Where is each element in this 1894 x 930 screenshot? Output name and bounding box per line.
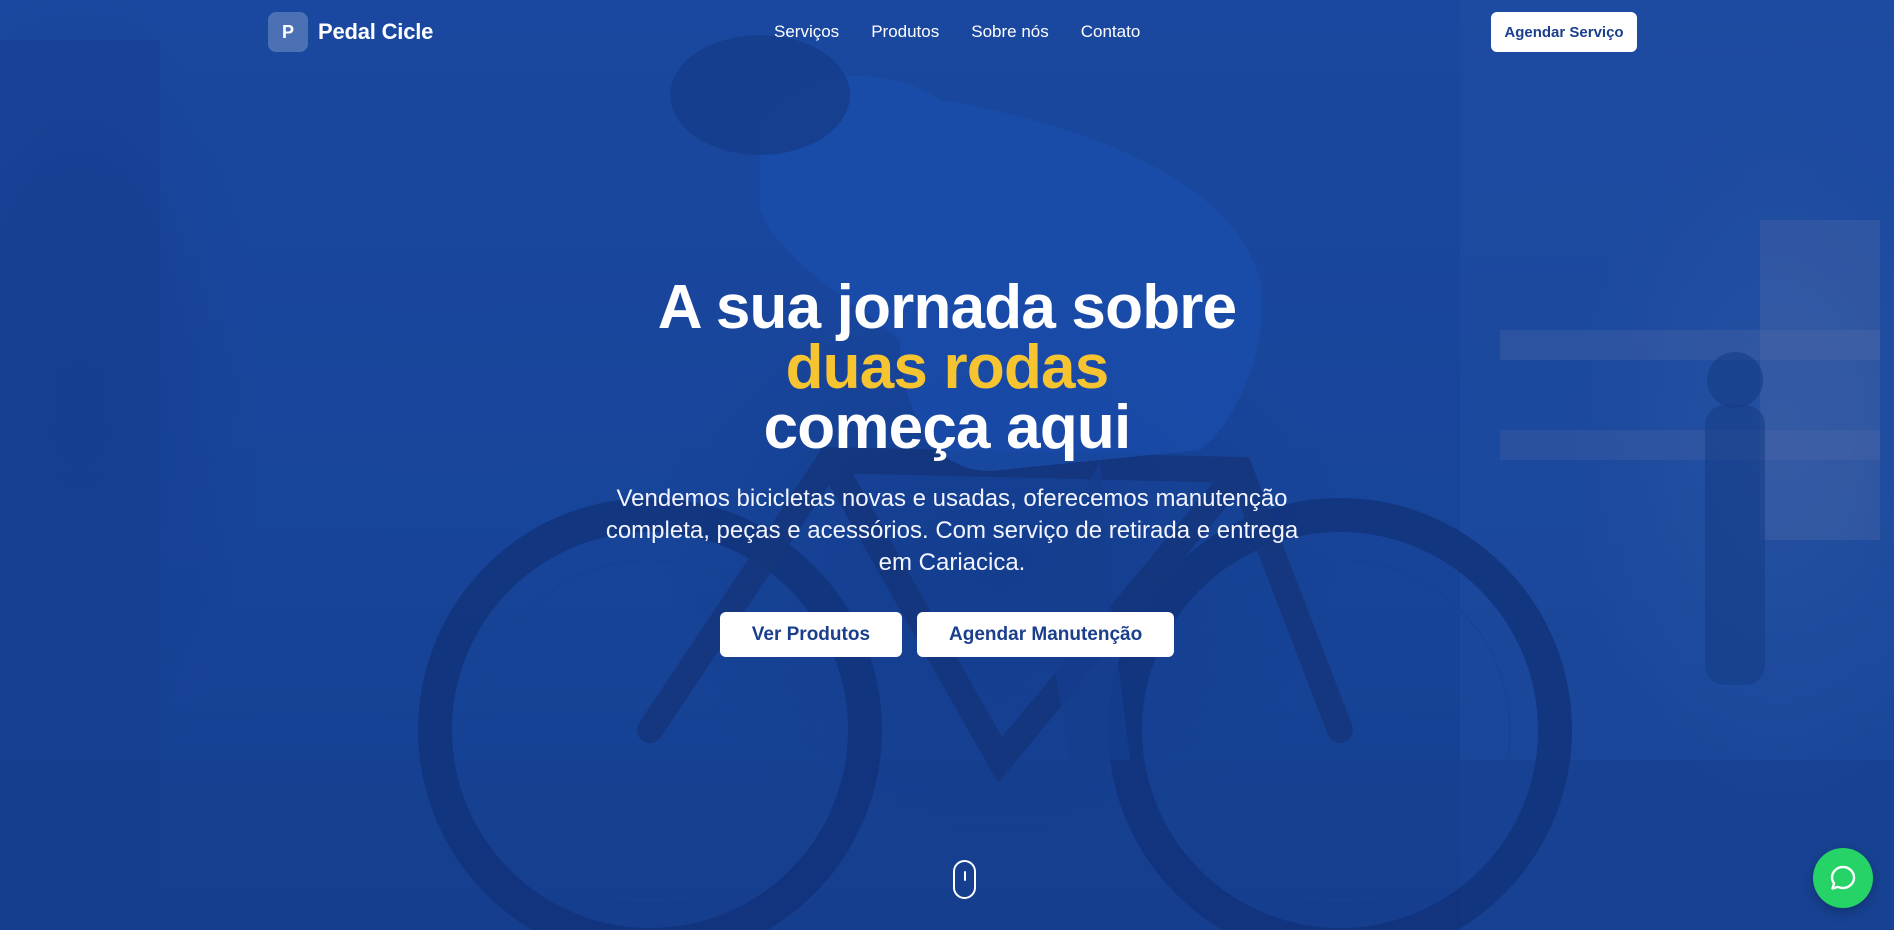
blue-overlay [0, 0, 1894, 930]
logo-badge: P [268, 12, 308, 52]
hero-section [0, 0, 1894, 930]
nav-link-servicos[interactable]: Serviços [774, 22, 839, 42]
nav-links: Serviços Produtos Sobre nós Contato [774, 22, 1140, 42]
headline-accent: duas rodas [785, 333, 1110, 402]
headline-line-3: começa aqui [763, 393, 1132, 462]
view-products-button[interactable]: Ver Produtos [719, 612, 903, 657]
hero-subtitle: Vendemos bicicletas novas e usadas, ofer… [605, 485, 1299, 576]
schedule-maintenance-button[interactable]: Agendar Manutenção [917, 612, 1175, 657]
chat-bubble-icon [1830, 865, 1856, 890]
hero-cta-row: Ver Produtos Agendar Manutenção [0, 612, 1894, 657]
hero-headline: A sua jornada sobre duas rodas começa aq… [0, 277, 1894, 459]
top-navbar: P Pedal Cicle Serviços Produtos Sobre nó… [0, 0, 1894, 64]
headline-line-1: A sua jornada sobre [657, 273, 1237, 342]
nav-link-sobre-nos[interactable]: Sobre nós [971, 22, 1049, 42]
brand-logo[interactable]: P Pedal Cicle [268, 12, 433, 52]
brand-name: Pedal Cicle [318, 19, 434, 44]
schedule-service-button[interactable]: Agendar Serviço [1491, 12, 1637, 52]
nav-link-produtos[interactable]: Produtos [871, 22, 939, 42]
whatsapp-chat-icon[interactable] [1813, 848, 1873, 908]
mouse-scroll-icon[interactable] [953, 860, 976, 899]
nav-link-contato[interactable]: Contato [1081, 22, 1141, 42]
